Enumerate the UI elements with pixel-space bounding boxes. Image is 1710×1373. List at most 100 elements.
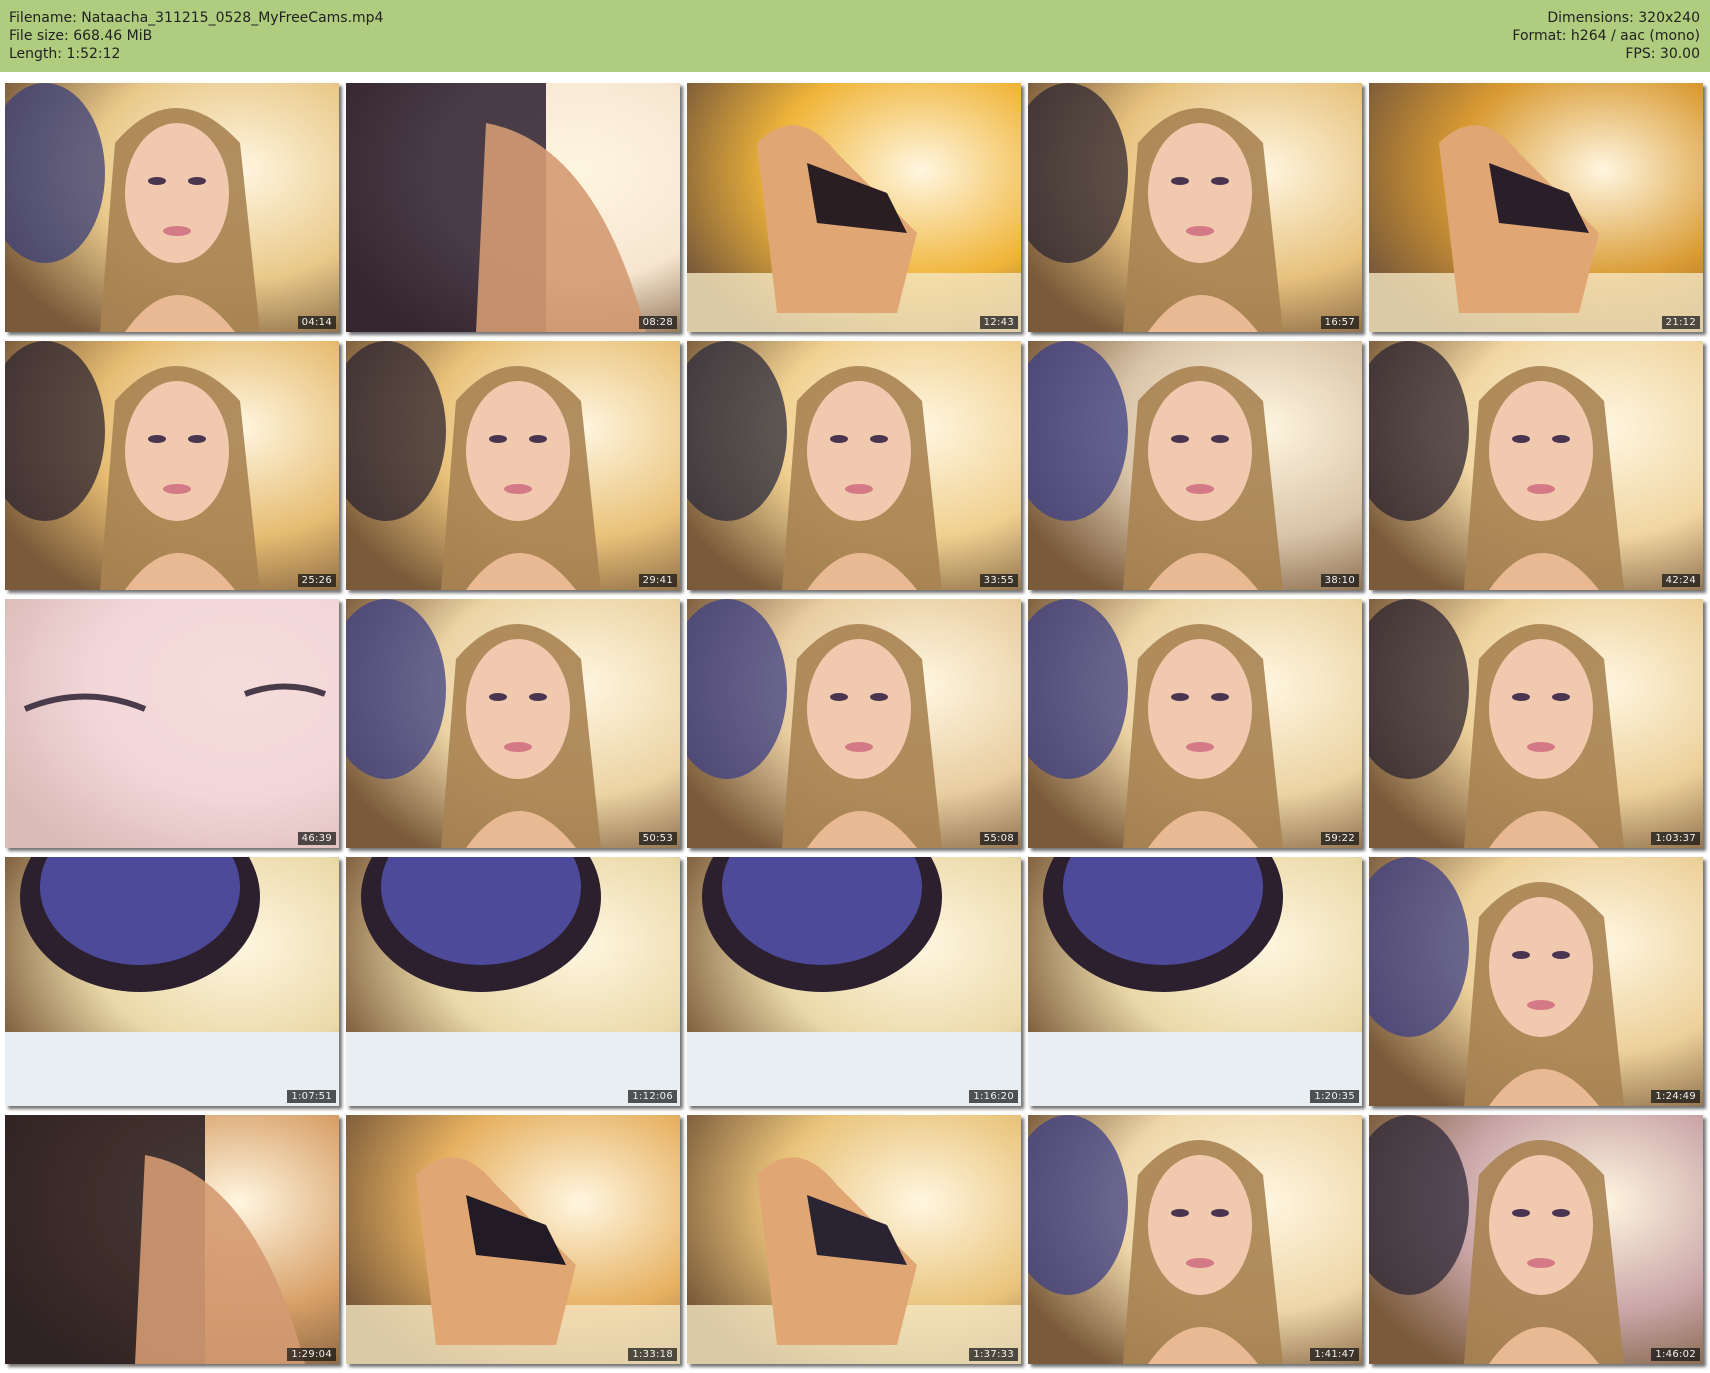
video-thumbnail[interactable]: 1:41:47 [1028,1115,1362,1364]
video-thumbnail[interactable]: 12:43 [687,83,1021,332]
mouth [1186,226,1214,236]
thumbnail-image [346,1115,680,1364]
video-thumbnail[interactable]: 25:26 [5,341,339,590]
timestamp-label: 08:28 [638,316,677,329]
right-eye [188,177,206,185]
right-eye [1552,435,1570,443]
video-thumbnail[interactable]: 46:39 [5,599,339,848]
mouth [1527,1000,1555,1010]
timestamp-label: 1:29:04 [287,1348,336,1361]
video-thumbnail[interactable]: 33:55 [687,341,1021,590]
timestamp-label: 16:57 [1320,316,1359,329]
timestamp-label: 1:46:02 [1651,1348,1700,1361]
timestamp-label: 1:16:20 [969,1090,1018,1103]
left-eye [489,693,507,701]
thumbnail-image [5,599,339,848]
video-thumbnail[interactable]: 1:46:02 [1369,1115,1703,1364]
video-thumbnail[interactable]: 1:16:20 [687,857,1021,1106]
face-shape [807,381,911,521]
face-shape [466,639,570,779]
video-thumbnail[interactable]: 04:14 [5,83,339,332]
timestamp-label: 1:41:47 [1310,1348,1359,1361]
video-thumbnail[interactable]: 1:20:35 [1028,857,1362,1106]
left-eye [1171,693,1189,701]
thumbnail-image [1369,857,1703,1106]
thumbnail-image [687,857,1021,1106]
video-thumbnail[interactable]: 1:29:04 [5,1115,339,1364]
left-eye [1512,435,1530,443]
left-eye [148,435,166,443]
right-eye [1552,693,1570,701]
video-thumbnail[interactable]: 38:10 [1028,341,1362,590]
right-eye [529,435,547,443]
timestamp-label: 1:03:37 [1651,832,1700,845]
timestamp-label: 1:07:51 [287,1090,336,1103]
timestamp-label: 50:53 [638,832,677,845]
timestamp-label: 42:24 [1661,574,1700,587]
mouth [845,484,873,494]
mouth [1527,742,1555,752]
right-eye [1211,435,1229,443]
video-thumbnail[interactable]: 55:08 [687,599,1021,848]
face-shape [1148,639,1252,779]
face-shape [1489,1155,1593,1295]
left-eye [1171,435,1189,443]
thumbnail-image [346,857,680,1106]
timestamp-label: 1:37:33 [969,1348,1018,1361]
thumbnail-image [346,599,680,848]
left-eye [830,435,848,443]
thumbnail-image [346,341,680,590]
left-eye [1171,177,1189,185]
thumbnail-image [687,83,1021,332]
video-thumbnail[interactable]: 08:28 [346,83,680,332]
left-eye [148,177,166,185]
thumbnail-image [1369,599,1703,848]
video-thumbnail[interactable]: 42:24 [1369,341,1703,590]
mouth [1186,1258,1214,1268]
face-shape [807,639,911,779]
face-shape [1489,639,1593,779]
timestamp-label: 59:22 [1320,832,1359,845]
video-thumbnail[interactable]: 21:12 [1369,83,1703,332]
video-thumbnail[interactable]: 59:22 [1028,599,1362,848]
thumbnail-image [687,341,1021,590]
video-thumbnail[interactable]: 29:41 [346,341,680,590]
left-eye [1171,1209,1189,1217]
left-eye [1512,951,1530,959]
skin-closeup [5,599,339,848]
thumbnail-image [1028,341,1362,590]
thumbnail-image [1028,1115,1362,1364]
right-eye [870,693,888,701]
timestamp-label: 38:10 [1320,574,1359,587]
video-thumbnail[interactable]: 50:53 [346,599,680,848]
video-thumbnail[interactable]: 1:24:49 [1369,857,1703,1106]
mouth [504,742,532,752]
video-thumbnail[interactable]: 1:03:37 [1369,599,1703,848]
thumbnail-image [5,341,339,590]
video-thumbnail[interactable]: 1:12:06 [346,857,680,1106]
thumbnail-image [1369,341,1703,590]
mouth [163,226,191,236]
mouth [504,484,532,494]
right-eye [1552,1209,1570,1217]
thumbnail-image [1028,83,1362,332]
video-thumbnail[interactable]: 1:07:51 [5,857,339,1106]
right-eye [870,435,888,443]
left-eye [489,435,507,443]
timestamp-label: 25:26 [297,574,336,587]
right-eye [1211,693,1229,701]
video-thumbnail[interactable]: 1:37:33 [687,1115,1021,1364]
thumbnail-image [5,1115,339,1364]
face-shape [1148,123,1252,263]
right-eye [1211,177,1229,185]
face-shape [125,381,229,521]
thumbnail-image [5,83,339,332]
thumbnail-image [687,599,1021,848]
timestamp-label: 55:08 [979,832,1018,845]
video-thumbnail[interactable]: 16:57 [1028,83,1362,332]
video-thumbnail[interactable]: 1:33:18 [346,1115,680,1364]
thumbnail-image [1028,857,1362,1106]
thumbnail-grid: 04:14 08:28 12:43 16:57 21:12 25:26 29:41 33:55… [0,0,1710,1373]
right-eye [529,693,547,701]
thumbnail-image [346,83,680,332]
